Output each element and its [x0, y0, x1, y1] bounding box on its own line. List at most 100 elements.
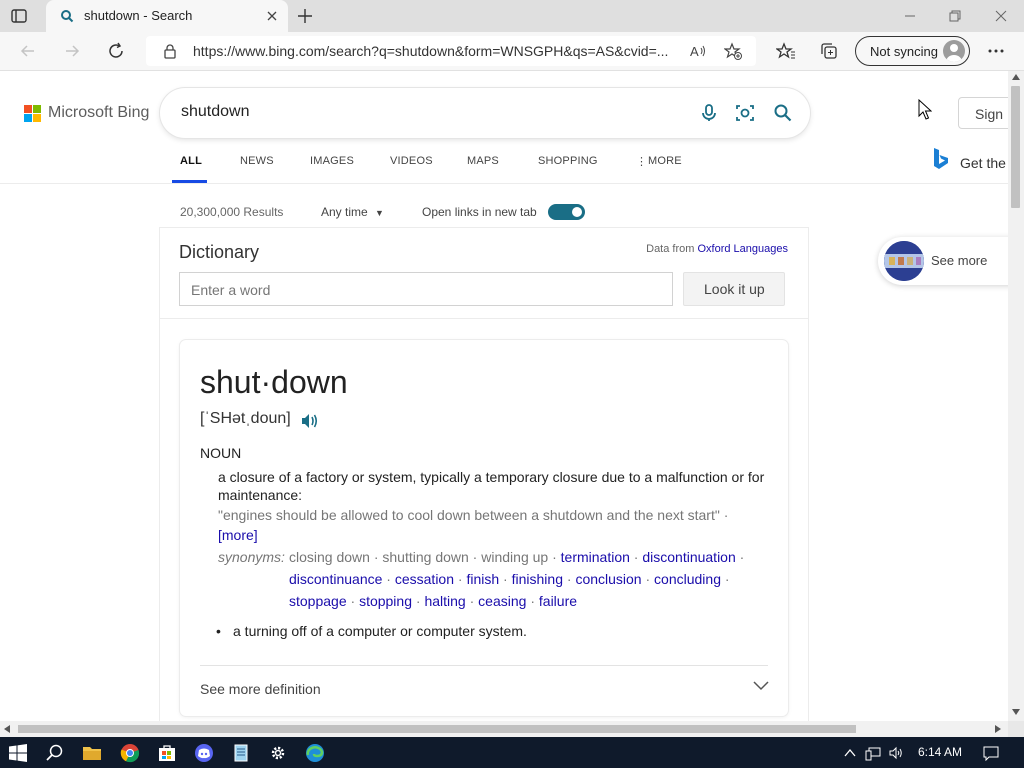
- pronunciation: [ˈSHətˌdoun]: [200, 410, 291, 427]
- tab-images[interactable]: IMAGES: [310, 155, 354, 167]
- tab-maps[interactable]: MAPS: [467, 155, 499, 167]
- synonym[interactable]: conclusion: [575, 571, 641, 587]
- synonym[interactable]: cessation: [395, 571, 454, 587]
- oxford-languages-link[interactable]: Oxford Languages: [697, 243, 788, 255]
- scroll-up-icon[interactable]: [1012, 74, 1020, 80]
- edge-icon[interactable]: [305, 743, 325, 763]
- close-tab-icon[interactable]: [264, 8, 280, 24]
- synonym[interactable]: finish: [466, 571, 499, 587]
- back-icon[interactable]: [18, 41, 38, 61]
- look-it-up-button[interactable]: Look it up: [683, 272, 785, 306]
- collections-icon[interactable]: [819, 41, 839, 61]
- vertical-scrollbar[interactable]: [1008, 71, 1024, 721]
- notepad-icon[interactable]: [231, 743, 251, 763]
- synonym[interactable]: ceasing: [478, 593, 526, 609]
- more-link[interactable]: [more]: [218, 527, 258, 543]
- profile-sync-button[interactable]: Not syncing: [855, 36, 970, 66]
- tab-more[interactable]: MORE: [648, 155, 682, 167]
- lock-icon[interactable]: [162, 43, 178, 59]
- discord-icon[interactable]: [194, 743, 214, 763]
- tab-title: shutdown - Search: [84, 8, 193, 23]
- word-input[interactable]: Enter a word: [179, 272, 673, 306]
- dictionary-title: Dictionary: [179, 242, 260, 262]
- settings-gear-icon[interactable]: [268, 743, 288, 763]
- tab-videos[interactable]: VIDEOS: [390, 155, 433, 167]
- synonym[interactable]: finishing: [512, 571, 563, 587]
- new-tab-button[interactable]: [296, 7, 314, 25]
- synonym[interactable]: failure: [539, 593, 577, 609]
- synonym[interactable]: halting: [424, 593, 465, 609]
- bing-logo[interactable]: Microsoft Bing: [24, 104, 154, 124]
- time-filter-dropdown[interactable]: Any time ▼: [321, 205, 384, 219]
- refresh-icon[interactable]: [106, 41, 126, 61]
- synonym[interactable]: discontinuation: [642, 549, 735, 565]
- microphone-icon[interactable]: [699, 103, 719, 123]
- url-text[interactable]: https://www.bing.com/search?q=shutdown&f…: [193, 43, 683, 59]
- tab-news[interactable]: NEWS: [240, 155, 274, 167]
- chrome-icon[interactable]: [120, 743, 140, 763]
- store-icon[interactable]: [157, 743, 177, 763]
- search-input[interactable]: shutdown: [181, 103, 250, 121]
- notifications-icon[interactable]: [983, 745, 999, 762]
- read-aloud-icon[interactable]: A: [689, 42, 707, 60]
- sign-in-button[interactable]: Sign: [958, 97, 1008, 129]
- separator-dot: ·: [412, 593, 425, 609]
- scroll-right-icon[interactable]: [995, 725, 1001, 733]
- avatar: [943, 40, 965, 62]
- synonym[interactable]: discontinuance: [289, 571, 382, 587]
- tab-shopping[interactable]: SHOPPING: [538, 155, 598, 167]
- see-more-definition-link[interactable]: See more definition: [200, 681, 321, 697]
- horizontal-scrollbar[interactable]: [0, 721, 1008, 737]
- clock[interactable]: 6:14 AM: [918, 745, 962, 759]
- chevron-down-icon[interactable]: [752, 678, 770, 692]
- more-dots-icon[interactable]: ⋮: [636, 155, 647, 168]
- more-menu-icon[interactable]: [986, 41, 1006, 61]
- separator-dot: ·: [346, 593, 360, 609]
- scrollbar-thumb[interactable]: [1011, 86, 1020, 208]
- tab-all[interactable]: ALL: [180, 155, 202, 167]
- separator-dot: ·: [526, 593, 539, 609]
- synonym[interactable]: stopping: [359, 593, 412, 609]
- file-explorer-icon[interactable]: [82, 743, 102, 763]
- volume-icon[interactable]: [888, 745, 904, 761]
- search-icon: [60, 9, 74, 23]
- synonym[interactable]: termination: [561, 549, 630, 565]
- look-it-up-label: Look it up: [704, 281, 765, 297]
- minimize-icon[interactable]: [902, 8, 918, 24]
- tab-actions-icon[interactable]: [10, 7, 28, 25]
- windows-start-icon[interactable]: [8, 743, 28, 763]
- scope-bar: ALL NEWS IMAGES VIDEOS MAPS SHOPPING ⋮ M…: [0, 151, 1008, 184]
- favorites-icon[interactable]: [775, 41, 796, 61]
- search-icon[interactable]: [45, 743, 65, 763]
- search-icon[interactable]: [773, 103, 793, 123]
- see-more-pill[interactable]: See more: [878, 237, 1008, 285]
- speaker-icon[interactable]: [300, 412, 320, 430]
- address-bar[interactable]: https://www.bing.com/search?q=shutdown&f…: [146, 36, 756, 66]
- chevron-up-icon[interactable]: [842, 745, 858, 761]
- restore-icon[interactable]: [947, 8, 963, 24]
- bing-copilot-icon[interactable]: [932, 147, 950, 171]
- open-new-tab-label: Open links in new tab: [422, 205, 537, 219]
- synonym[interactable]: stoppage: [289, 593, 347, 609]
- synonyms-label: synonyms:: [218, 549, 285, 565]
- time-filter-label: Any time: [321, 205, 368, 219]
- scrollbar-thumb[interactable]: [18, 725, 856, 733]
- example-sentence: "engines should be allowed to cool down …: [218, 507, 729, 523]
- close-window-icon[interactable]: [993, 8, 1009, 24]
- part-of-speech: NOUN: [200, 445, 242, 461]
- logo-square: [24, 114, 32, 122]
- synonym[interactable]: concluding: [654, 571, 721, 587]
- synonym-line: closing down · shutting down · winding u…: [289, 549, 744, 565]
- network-icon[interactable]: [865, 745, 881, 761]
- open-new-tab-toggle[interactable]: [548, 204, 585, 220]
- search-box[interactable]: shutdown: [160, 88, 810, 138]
- add-favorite-icon[interactable]: [723, 42, 742, 60]
- visual-search-icon[interactable]: [735, 103, 755, 123]
- copilot-promo-text[interactable]: Get the: [960, 155, 1006, 171]
- scroll-down-icon[interactable]: [1012, 709, 1020, 715]
- forward-icon[interactable]: [62, 41, 82, 61]
- title-bar: shutdown - Search: [0, 0, 1024, 32]
- scroll-left-icon[interactable]: [4, 725, 10, 733]
- divider: [160, 318, 808, 319]
- browser-tab[interactable]: shutdown - Search: [46, 0, 288, 32]
